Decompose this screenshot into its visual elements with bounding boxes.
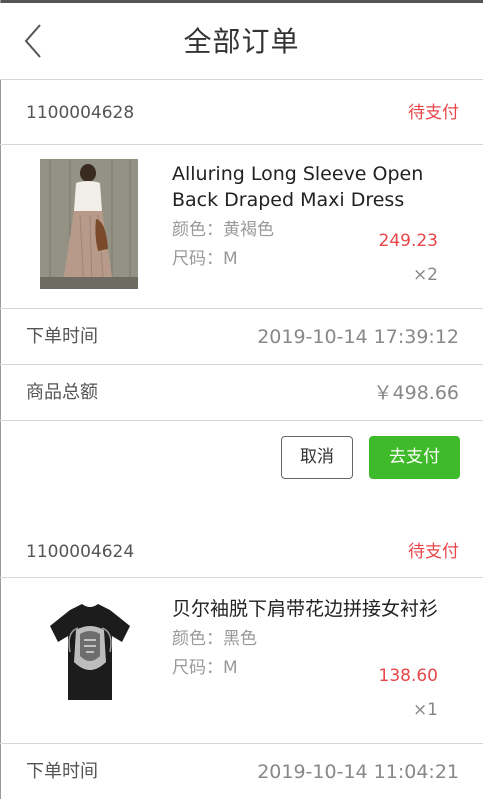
page-title: 全部订单 [183,25,300,58]
product-size: 尺码：M [172,658,238,678]
order-id: 1100004628 [26,103,135,123]
product-price: 249.23 [378,231,438,251]
product-name-line1: Alluring Long Sleeve Open [172,163,424,185]
product-size: 尺码：M [172,249,238,269]
product-color: 颜色：黄褐色 [172,220,274,240]
order-card[interactable]: 1100004628 待支付 Alluring Long Sleeve Open… [0,81,483,495]
order-status: 待支付 [408,103,459,123]
back-button[interactable] [18,21,48,61]
product-image [40,159,138,289]
order-time-value: 2019-10-14 11:04:21 [257,761,459,783]
product-image [40,592,138,712]
chevron-left-icon [24,24,41,58]
order-time-value: 2019-10-14 17:39:12 [257,326,459,348]
order-total-label: 商品总额 [26,382,98,403]
order-time-label: 下单时间 [26,761,98,782]
product-price: 138.60 [378,666,438,686]
order-time-label: 下单时间 [26,326,98,347]
cancel-button[interactable]: 取消 [281,436,353,479]
order-time-row: 下单时间 2019-10-14 11:04:21 [0,744,483,799]
product-quantity: ×1 [412,700,438,720]
header-bar: 全部订单 [0,3,483,80]
order-card[interactable]: 1100004624 待支付 贝尔袖脱下肩带花边拼接女衬衫 颜色：黑色 尺码：M… [0,520,483,799]
order-total-value: ￥498.66 [373,382,459,404]
order-header: 1100004624 待支付 [0,520,483,578]
product-color: 颜色：黑色 [172,629,257,649]
order-header: 1100004628 待支付 [0,81,483,145]
order-total-row: 商品总额 ￥498.66 [0,365,483,421]
order-id: 1100004624 [26,542,135,562]
pay-button[interactable]: 去支付 [369,436,460,479]
order-actions: 取消 去支付 [0,421,483,495]
product-name-line1: 贝尔袖脱下肩带花边拼接女衬衫 [172,598,439,620]
order-item[interactable]: Alluring Long Sleeve Open Back Draped Ma… [0,145,483,309]
order-item[interactable]: 贝尔袖脱下肩带花边拼接女衬衫 颜色：黑色 尺码：M 138.60 ×1 [0,578,483,744]
order-time-row: 下单时间 2019-10-14 17:39:12 [0,309,483,365]
product-name-line2: Back Draped Maxi Dress [172,189,405,211]
product-quantity: ×2 [412,265,438,285]
order-status: 待支付 [408,542,459,562]
